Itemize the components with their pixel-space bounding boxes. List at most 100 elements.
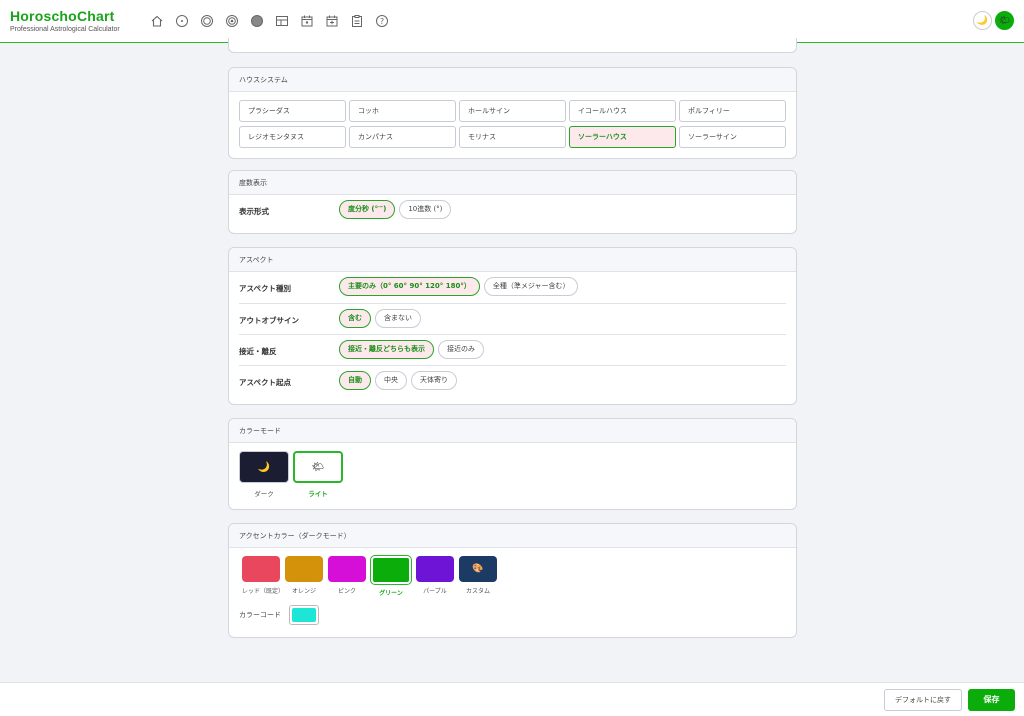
setting-label: アウトオブサイン	[239, 316, 299, 325]
color-code-picker[interactable]	[289, 605, 319, 625]
accent-color-label: パープル	[423, 588, 447, 595]
color-code-label: カラーコード	[239, 611, 281, 619]
option-pill-group: 度分秒 (°′″) 10進数 (°)	[339, 200, 452, 219]
clipboard-icon[interactable]	[348, 12, 365, 29]
moon-icon: 🌙	[239, 451, 289, 483]
house-option-button[interactable]: ポルフィリー	[679, 100, 786, 122]
accent-color-option[interactable]: オレンジ	[285, 556, 323, 597]
house-system-options: プラシーダス コッホ ホールサイン イコールハウス ポルフィリーレジオモンタヌス カンパナ…	[229, 92, 796, 148]
sun-cloud-icon: 🌤	[293, 451, 343, 483]
house-system-card: ハウスシステム プラシーダス コッホ ホールサイン イコールハウス ポルフィリーレジオモ…	[228, 67, 797, 159]
card-title: カラーモード	[229, 419, 796, 443]
house-option-button[interactable]: カンパナス	[349, 126, 456, 148]
accent-color-option[interactable]: レッド（既定）	[242, 556, 285, 597]
theme-switcher: 🌙 🌤	[973, 11, 1014, 30]
card-title: 度数表示	[229, 171, 796, 195]
option-pill[interactable]: 接近・離反どちらも表示	[339, 340, 434, 359]
color-mode-options: 🌙 ダーク 🌤 ライト	[229, 443, 796, 506]
card-title: アスペクト	[229, 248, 796, 272]
card-title: ハウスシステム	[229, 68, 796, 92]
help-icon[interactable]: ?	[373, 12, 390, 29]
footer-bar: デフォルトに戻す 保存	[0, 682, 1024, 716]
option-pill[interactable]: 主要のみ（0° 60° 90° 120° 180°）	[339, 277, 480, 296]
palette-icon: 🎨	[459, 556, 497, 582]
reset-default-button[interactable]: デフォルトに戻す	[884, 689, 962, 711]
svg-text:?: ?	[379, 16, 383, 25]
option-pill[interactable]: 含まない	[375, 309, 421, 328]
setting-label: アスペクト起点	[239, 378, 291, 387]
light-mode-button[interactable]: 🌤	[995, 11, 1014, 30]
color-swatch	[242, 556, 280, 582]
app-subtitle: Professional Astrological Calculator	[10, 26, 120, 33]
color-swatch	[416, 556, 454, 582]
accent-color-option[interactable]: ピンク	[328, 556, 366, 597]
option-pill[interactable]: 度分秒 (°′″)	[339, 200, 396, 219]
app-title[interactable]: HoroschoChart	[10, 8, 120, 24]
house-option-button[interactable]: レジオモンタヌス	[239, 126, 346, 148]
color-mode-label: ダーク	[254, 490, 274, 498]
transit-chart-icon[interactable]	[223, 12, 240, 29]
option-pill-group: 自動 中央 天体寄り	[339, 371, 457, 390]
setting-label: 表示形式	[239, 207, 269, 216]
setting-row: アスペクト種別 主要のみ（0° 60° 90° 120° 180°） 全種（準メジャ…	[239, 272, 786, 303]
setting-label: 接近・離反	[239, 347, 277, 356]
color-mode-option[interactable]: 🌤 ライト	[293, 451, 343, 498]
option-pill-group: 接近・離反どちらも表示 接近のみ	[339, 340, 484, 359]
accent-color-label: カスタム	[465, 588, 490, 595]
option-pill[interactable]: 天体寄り	[411, 371, 457, 390]
color-code-row: カラーコード	[229, 597, 796, 625]
option-pill[interactable]: 自動	[339, 371, 371, 390]
natal-chart-icon[interactable]	[198, 12, 215, 29]
home-icon[interactable]	[148, 12, 165, 29]
color-swatch	[328, 556, 366, 582]
setting-row: 表示形式 度分秒 (°′″) 10進数 (°)	[239, 195, 786, 226]
degree-display-card: 度数表示 表示形式 度分秒 (°′″) 10進数 (°)	[228, 170, 797, 234]
degree-display-rows: 表示形式 度分秒 (°′″) 10進数 (°)	[229, 195, 796, 226]
sun-icon[interactable]	[173, 12, 190, 29]
main-nav: ?	[148, 12, 390, 29]
house-option-button[interactable]: イコールハウス	[569, 100, 676, 122]
card-title: アクセントカラー（ダークモード）	[229, 524, 796, 548]
color-mode-option[interactable]: 🌙 ダーク	[239, 451, 289, 498]
app-header: HoroschoChart Professional Astrological …	[0, 0, 1024, 43]
option-pill[interactable]: 接近のみ	[438, 340, 484, 359]
aspect-rows: アスペクト種別 主要のみ（0° 60° 90° 120° 180°） 全種（準メジャ…	[229, 272, 796, 396]
progression-icon[interactable]	[248, 12, 265, 29]
synastry-icon[interactable]	[273, 12, 290, 29]
setting-row: アウトオブサイン 含む 含まない	[239, 303, 786, 334]
accent-color-label: グリーン	[379, 590, 403, 597]
accent-color-option[interactable]: 🎨 カスタム	[459, 556, 497, 597]
option-pill[interactable]: 全種（準メジャー含む）	[483, 277, 579, 296]
house-option-button[interactable]: ホールサイン	[459, 100, 566, 122]
option-pill[interactable]: 含む	[339, 309, 371, 328]
house-option-button[interactable]: プラシーダス	[239, 100, 346, 122]
option-pill[interactable]: 10進数 (°)	[399, 200, 452, 219]
accent-color-option[interactable]: パープル	[416, 556, 454, 597]
color-mode-label: ライト	[308, 490, 328, 498]
accent-color-options: レッド（既定） オレンジ ピンク グリーン パープル 🎨 カスタム	[229, 548, 796, 597]
aspect-card: アスペクト アスペクト種別 主要のみ（0° 60° 90° 120° 180°）全…	[228, 247, 797, 405]
option-pill[interactable]: 中央	[375, 371, 407, 390]
save-button[interactable]: 保存	[968, 689, 1015, 711]
setting-row: アスペクト起点 自動 中央 天体寄り	[239, 365, 786, 396]
house-option-button[interactable]: ソーラーハウス	[569, 126, 676, 148]
color-mode-card: カラーモード 🌙 ダーク 🌤 ライト	[228, 418, 797, 510]
color-swatch	[370, 555, 412, 585]
color-swatch	[285, 556, 323, 582]
accent-color-label: ピンク	[337, 588, 356, 595]
accent-color-label: オレンジ	[291, 588, 316, 595]
option-pill-group: 主要のみ（0° 60° 90° 120° 180°） 全種（準メジャー含む）	[339, 277, 579, 296]
house-option-button[interactable]: モリナス	[459, 126, 566, 148]
setting-label: アスペクト種別	[239, 284, 291, 293]
option-pill-group: 含む 含まない	[339, 309, 421, 328]
brand: HoroschoChart Professional Astrological …	[10, 8, 120, 33]
calendar-icon[interactable]	[298, 12, 315, 29]
house-option-button[interactable]: コッホ	[349, 100, 456, 122]
house-option-button[interactable]: ソーラーサイン	[679, 126, 786, 148]
accent-color-label: レッド（既定）	[242, 588, 285, 595]
setting-row: 接近・離反 接近・離反どちらも表示 接近のみ	[239, 334, 786, 365]
previous-card-bottom	[228, 38, 797, 53]
calendar-plus-icon[interactable]	[323, 12, 340, 29]
accent-color-option[interactable]: グリーン	[370, 555, 412, 597]
dark-mode-button[interactable]: 🌙	[973, 11, 992, 30]
